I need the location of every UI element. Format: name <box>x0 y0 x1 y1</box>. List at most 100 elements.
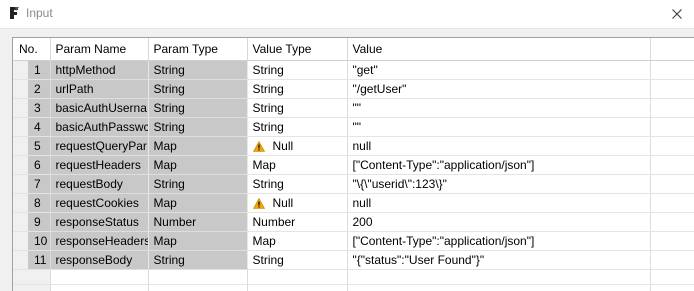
row-number: 9 <box>27 213 50 231</box>
param-name-cell: requestCookies <box>50 194 148 213</box>
row-number: 2 <box>27 80 50 98</box>
row-number: 7 <box>27 175 50 193</box>
value-cell[interactable]: "" <box>347 118 650 137</box>
value-type-cell[interactable]: String <box>247 118 347 137</box>
value-type-cell[interactable]: String <box>247 80 347 99</box>
column-header-param-name[interactable]: Param Name <box>50 38 148 61</box>
row-number: 6 <box>27 156 50 174</box>
column-header-filler <box>650 38 694 61</box>
value-type-label: Map <box>253 158 276 172</box>
value-type-label: String <box>253 177 284 191</box>
value-cell[interactable]: "/getUser" <box>347 80 650 99</box>
param-type-cell: Number <box>148 213 247 232</box>
value-cell[interactable]: ["Content-Type":"application/json"] <box>347 232 650 251</box>
empty-row <box>13 285 694 291</box>
table-row[interactable]: 11responseBodyStringString"{"status":"Us… <box>13 251 694 270</box>
value-cell[interactable]: "" <box>347 99 650 118</box>
value-type-label: Null <box>273 196 294 210</box>
warning-icon <box>253 141 265 152</box>
row-number-cell: 6 <box>13 156 50 175</box>
value-type-cell[interactable]: Number <box>247 213 347 232</box>
filler-cell <box>650 61 694 80</box>
row-number-cell: 5 <box>13 137 50 156</box>
table-row[interactable]: 5requestQueryParMapNullnull <box>13 137 694 156</box>
empty-cell <box>13 285 50 291</box>
value-cell[interactable]: "get" <box>347 61 650 80</box>
table-row[interactable]: 4basicAuthPasswcStringString"" <box>13 118 694 137</box>
filler-cell <box>650 80 694 99</box>
column-header-value[interactable]: Value <box>347 38 650 61</box>
row-number: 10 <box>27 232 50 250</box>
value-cell[interactable]: "{"status":"User Found"}" <box>347 251 650 270</box>
param-type-cell: String <box>148 80 247 99</box>
param-type-cell: Map <box>148 194 247 213</box>
value-type-label: String <box>253 120 284 134</box>
value-type-cell[interactable]: String <box>247 251 347 270</box>
param-type-cell: String <box>148 251 247 270</box>
param-name-cell: requestHeaders <box>50 156 148 175</box>
empty-cell <box>347 270 650 285</box>
column-header-param-type[interactable]: Param Type <box>148 38 247 61</box>
value-type-label: String <box>253 63 284 77</box>
row-number: 8 <box>27 194 50 212</box>
warning-icon <box>253 198 265 209</box>
param-type-cell: Map <box>148 232 247 251</box>
param-name-cell: responseHeaders <box>50 232 148 251</box>
value-type-cell[interactable]: Map <box>247 232 347 251</box>
value-type-cell[interactable]: Null <box>247 194 347 213</box>
filler-cell <box>650 232 694 251</box>
close-button[interactable] <box>660 0 694 28</box>
value-cell[interactable]: null <box>347 194 650 213</box>
value-cell[interactable]: "\{\"userid\":123\}" <box>347 175 650 194</box>
table-row[interactable]: 3basicAuthUsernaStringString"" <box>13 99 694 118</box>
title-bar: Input <box>0 0 694 29</box>
table-row[interactable]: 7requestBodyStringString"\{\"userid\":12… <box>13 175 694 194</box>
value-type-label: String <box>253 82 284 96</box>
value-type-cell[interactable]: String <box>247 99 347 118</box>
value-type-cell[interactable]: Null <box>247 137 347 156</box>
empty-row <box>13 270 694 285</box>
row-number-cell: 2 <box>13 80 50 99</box>
filler-cell <box>650 175 694 194</box>
column-header-no[interactable]: No. <box>13 38 50 61</box>
row-number-cell: 8 <box>13 194 50 213</box>
empty-cell <box>347 285 650 291</box>
input-params-table: No. Param Name Param Type Value Type Val… <box>12 37 694 291</box>
window-title: Input <box>26 6 53 20</box>
value-cell[interactable]: ["Content-Type":"application/json"] <box>347 156 650 175</box>
value-type-cell[interactable]: String <box>247 61 347 80</box>
value-type-cell[interactable]: String <box>247 175 347 194</box>
table-row[interactable]: 8requestCookiesMap Null null <box>13 194 694 213</box>
param-name-cell: basicAuthUserna <box>50 99 148 118</box>
table-row[interactable]: 1httpMethodStringString"get" <box>13 61 694 80</box>
filler-cell <box>650 156 694 175</box>
param-type-cell: Map <box>148 137 247 156</box>
param-name-cell: httpMethod <box>50 61 148 80</box>
empty-cell <box>50 285 148 291</box>
value-cell[interactable]: 200 <box>347 213 650 232</box>
value-type-label: String <box>253 253 284 267</box>
empty-cell <box>650 285 694 291</box>
table-row[interactable]: 6requestHeadersMapMap["Content-Type":"ap… <box>13 156 694 175</box>
row-number: 1 <box>27 61 50 79</box>
param-name-cell: responseBody <box>50 251 148 270</box>
filler-cell <box>650 194 694 213</box>
empty-cell <box>247 270 347 285</box>
param-name-cell: basicAuthPasswc <box>50 118 148 137</box>
table-row[interactable]: 2urlPathStringString"/getUser" <box>13 80 694 99</box>
table-header-row: No. Param Name Param Type Value Type Val… <box>13 38 694 61</box>
table-row[interactable]: 9responseStatusNumberNumber200 <box>13 213 694 232</box>
table-row[interactable]: 10responseHeadersMapMap["Content-Type":"… <box>13 232 694 251</box>
param-name-cell: urlPath <box>50 80 148 99</box>
param-type-cell: String <box>148 61 247 80</box>
row-number-cell: 1 <box>13 61 50 80</box>
row-number-cell: 9 <box>13 213 50 232</box>
filler-cell <box>650 118 694 137</box>
value-type-cell[interactable]: Map <box>247 156 347 175</box>
empty-cell <box>148 285 247 291</box>
column-header-value-type[interactable]: Value Type <box>247 38 347 61</box>
value-type-label: Map <box>253 234 276 248</box>
value-cell[interactable]: null <box>347 137 650 156</box>
param-type-cell: String <box>148 118 247 137</box>
value-type-label: Null <box>273 139 294 153</box>
